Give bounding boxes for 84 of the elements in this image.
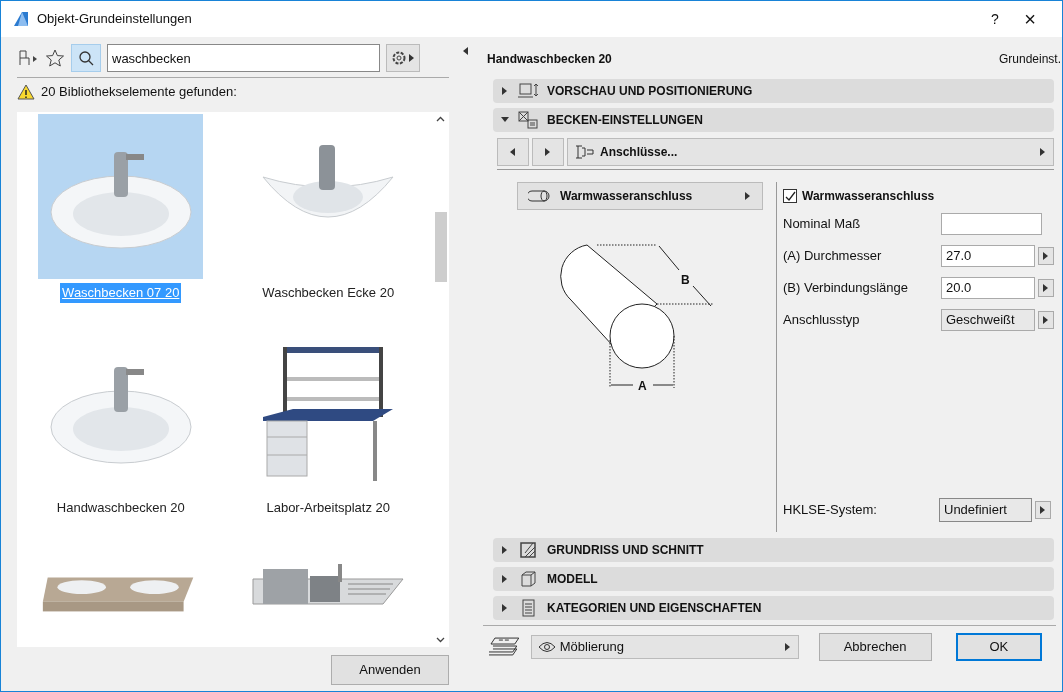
search-icon [78,50,94,66]
dimension-label: A [638,379,647,393]
section-header[interactable]: MODELL [493,567,1054,591]
expand-icon [501,546,509,554]
section-title: VORSCHAU UND POSITIONIERUNG [547,83,753,100]
eye-icon [537,641,556,653]
next-page-button[interactable] [532,138,564,166]
layers-icon[interactable] [489,636,521,658]
collapse-panel-icon [462,47,470,55]
star-icon[interactable] [45,48,65,68]
text-field[interactable] [941,213,1042,235]
triangle-icon [544,148,552,156]
settings-button[interactable] [386,44,420,72]
scrollbar-thumb[interactable] [434,212,447,282]
section-title: BECKEN-EINSTELLUNGEN [547,112,703,129]
number-field[interactable]: 20.0 [941,277,1035,299]
window-title: Objekt-Grundeinstellungen [37,10,192,29]
scroll-down-icon[interactable] [436,637,445,643]
previous-page-button[interactable] [497,138,529,166]
arrow-button[interactable] [1035,501,1051,519]
checkbox[interactable] [783,189,797,203]
checkmark-icon [784,190,796,202]
dropdown-field[interactable]: Undefiniert [939,498,1032,522]
section-title: KATEGORIEN UND EIGENSCHAFTEN [547,600,762,617]
library-item-label[interactable]: Handwaschbecken 20 [54,498,187,518]
triangle-icon [1042,316,1050,324]
ok-button[interactable]: OK [955,633,1042,661]
results-message: 20 Bibliothekselemente gefunden: [41,83,237,102]
field-label: Nominal Maß [783,215,862,234]
layer-dropdown[interactable]: Möblierung [530,635,799,659]
section-header[interactable]: BECKEN-EINSTELLUNGEN [493,108,1054,132]
page-label: Anschlüsse... [600,144,679,161]
layer-name: Möblierung [559,638,626,657]
scroll-up-icon[interactable] [436,116,445,122]
dimension-label: B [681,273,690,287]
pipe-fitting-icon [574,144,596,160]
field-label: (A) Durchmesser [783,247,883,266]
settings-grid-icon [517,111,539,129]
chair-icon[interactable] [17,49,39,67]
section-title: GRUNDRISS UND SCHNITT [547,542,704,559]
monitor-icon [517,82,539,100]
triangle-icon [1039,148,1047,156]
dropdown-field[interactable]: Geschweißt [941,309,1035,331]
expand-icon [501,87,509,95]
triangle-icon [744,192,752,200]
triangle-icon [783,643,792,651]
search-toggle[interactable] [71,44,101,72]
expand-icon [501,575,509,583]
checkbox-label: Warmwasseranschluss [802,188,935,205]
collapse-icon [501,116,509,124]
app-logo-icon [13,11,29,27]
settings-icon [390,50,407,66]
cancel-button[interactable]: Abbrechen [818,633,932,661]
triangle-icon [1042,284,1050,292]
triangle-icon [1039,506,1047,514]
object-name: Handwaschbecken 20 [487,51,612,68]
page-dropdown[interactable]: Anschlüsse... [567,138,1054,166]
warning-icon [17,84,35,100]
expand-icon [501,604,509,612]
library-item-thumbnail[interactable] [38,114,204,279]
arrow-button[interactable] [1038,311,1054,329]
pipe-icon [528,189,550,203]
part-dropdown[interactable]: Warmwasseranschluss [517,182,763,210]
field-label: (B) Verbindungslänge [783,279,910,298]
field-label: Anschlusstyp [783,311,861,330]
number-field[interactable]: 27.0 [941,245,1035,267]
help-button[interactable]: ? [980,8,1010,30]
apply-button[interactable]: Anwenden [331,655,449,685]
hatched-square-icon [517,541,539,559]
library-item-label[interactable]: Waschbecken Ecke 20 [260,283,397,303]
arrow-button[interactable] [1038,279,1054,297]
section-title: MODELL [547,571,598,588]
close-button[interactable]: × [1010,4,1050,34]
section-header[interactable]: KATEGORIEN UND EIGENSCHAFTEN [493,596,1054,620]
panel-tab[interactable]: Grundeinst. [998,50,1062,68]
arrow-button[interactable] [1038,247,1054,265]
triangle-icon [1042,252,1050,260]
library-item-label[interactable]: Labor-Arbeitsplatz 20 [264,498,393,518]
section-header[interactable]: GRUNDRISS UND SCHNITT [493,538,1054,562]
field-label: HKLSE-System: [783,501,878,520]
triangle-icon [407,54,416,62]
section-header[interactable]: VORSCHAU UND POSITIONIERUNG [493,79,1054,103]
search-field[interactable]: waschbecken [107,44,380,72]
triangle-icon [509,148,517,156]
